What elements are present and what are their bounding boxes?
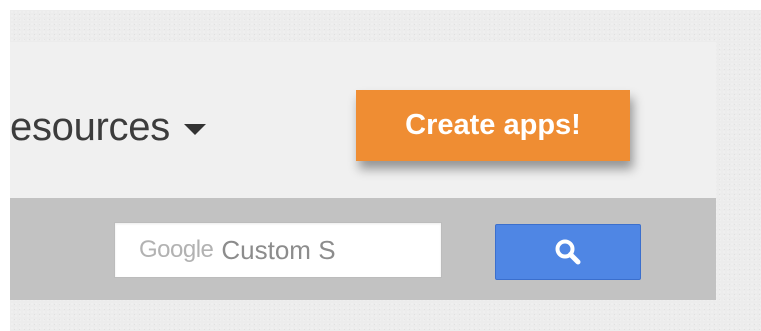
- caret-down-icon: [183, 123, 206, 135]
- top-nav-bar: esources Create apps!: [10, 42, 716, 198]
- screenshot-stage: esources Create apps! Google Custom S: [0, 0, 761, 331]
- magnifier-icon: [555, 239, 581, 265]
- search-input[interactable]: Google Custom S: [114, 222, 442, 278]
- search-button[interactable]: [495, 224, 641, 280]
- create-apps-button[interactable]: Create apps!: [356, 90, 630, 161]
- search-bar: Google Custom S: [10, 198, 716, 300]
- google-brand-text: Google: [139, 236, 214, 263]
- resources-menu-label: esources: [10, 105, 170, 149]
- header-panel: esources Create apps! Google Custom S: [10, 42, 716, 300]
- search-placeholder-text: Custom S: [221, 234, 336, 265]
- resources-menu[interactable]: esources: [10, 101, 206, 153]
